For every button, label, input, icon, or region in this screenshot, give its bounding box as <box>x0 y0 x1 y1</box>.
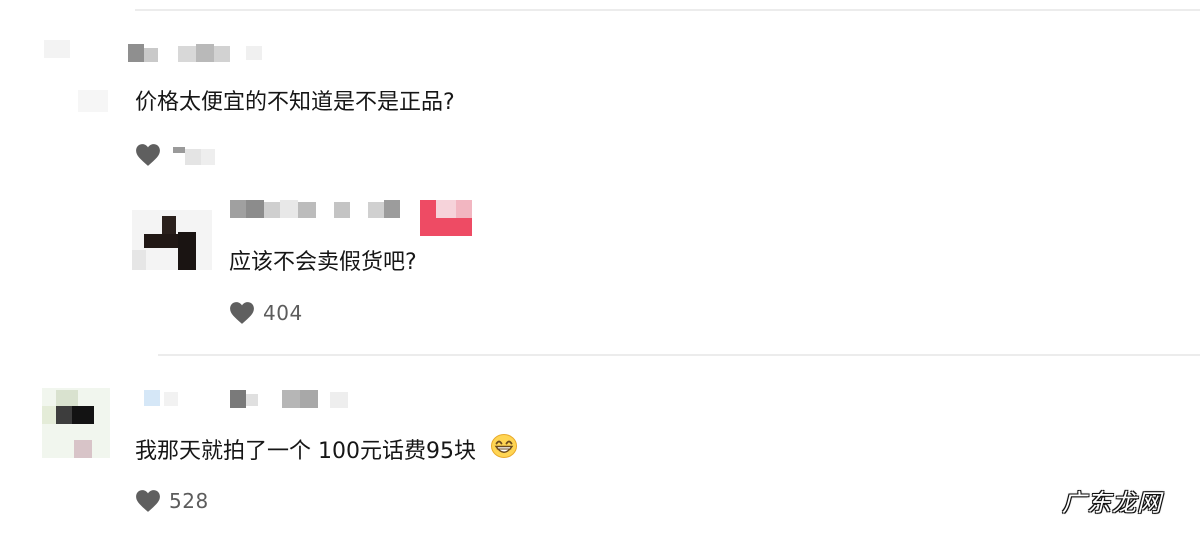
username-redacted[interactable] <box>128 44 268 64</box>
reply-text: 应该不会卖假货吧? <box>229 250 417 275</box>
watermark: 广东龙网 <box>1062 489 1162 517</box>
like-count-redacted <box>173 145 217 165</box>
reply-username-redacted[interactable] <box>230 200 405 220</box>
like-button[interactable] <box>135 143 217 167</box>
like-button[interactable]: 528 <box>135 489 209 513</box>
heart-icon <box>136 144 160 166</box>
comment-text-content: 我那天就拍了一个 100元话费95块 <box>135 439 476 464</box>
divider-middle <box>158 354 1200 356</box>
heart-icon <box>136 490 160 512</box>
comment-text: 我那天就拍了一个 100元话费95块 <box>135 434 518 467</box>
author-badge-redacted <box>420 200 472 236</box>
like-count: 528 <box>169 489 209 513</box>
heart-icon <box>230 302 254 324</box>
reply-like-button[interactable]: 404 <box>229 301 303 325</box>
avatar[interactable] <box>42 388 112 460</box>
reply-avatar[interactable] <box>132 210 214 272</box>
divider-top <box>135 9 1200 11</box>
username-redacted[interactable] <box>144 390 354 410</box>
avatar[interactable] <box>38 30 118 120</box>
grinning-face-emoji <box>490 433 518 467</box>
reply-like-count: 404 <box>263 301 303 325</box>
comment-text: 价格太便宜的不知道是不是正品? <box>135 90 455 115</box>
